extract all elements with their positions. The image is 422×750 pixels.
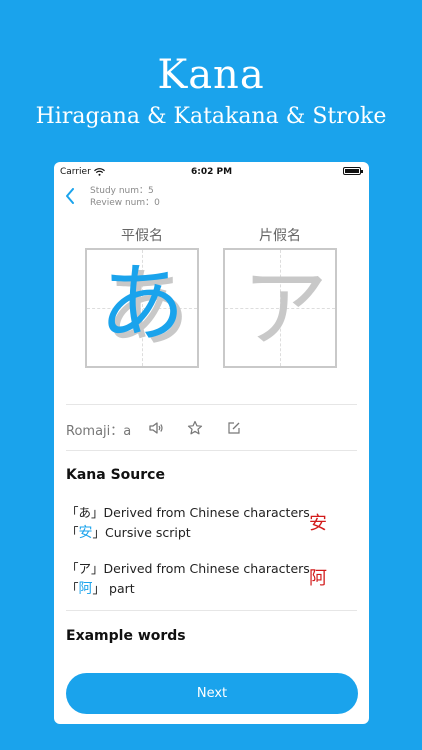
divider [66, 404, 357, 405]
next-button[interactable]: Next [66, 673, 358, 714]
speaker-icon [149, 422, 163, 434]
divider [66, 450, 357, 451]
status-bar: Carrier 6:02 PM [54, 162, 369, 182]
hiragana-bracket: 「あ」 [66, 505, 104, 520]
katakana-source-line1: 「ア」Derived from Chinese characters [66, 558, 310, 577]
hiragana-source-line1: 「あ」Derived from Chinese characters [66, 502, 310, 521]
favorite-button[interactable] [187, 420, 203, 436]
chevron-left-icon [66, 188, 74, 204]
edit-button[interactable] [226, 420, 242, 436]
hiragana-origin-calligraphy: 安 [309, 513, 327, 534]
speaker-button[interactable] [148, 420, 164, 436]
back-button[interactable] [61, 186, 79, 206]
example-words-title: Example words [66, 628, 186, 644]
close-bracket: 」 [92, 581, 106, 596]
divider [66, 610, 357, 611]
katakana-origin-calligraphy: 阿 [309, 568, 327, 589]
romaji-text: Romaji：a [66, 424, 132, 439]
study-stats: Study num：5 Review num：0 [90, 185, 160, 209]
hiragana-source-line2: 「安」Cursive script [66, 522, 191, 542]
katakana-origin-kanji: 阿 [78, 581, 93, 597]
hiragana-label: 平假名 [121, 228, 163, 244]
close-bracket: 」 [92, 525, 106, 540]
open-bracket: 「 [66, 525, 79, 540]
status-time: 6:02 PM [190, 167, 233, 177]
hiragana-tile[interactable]: あ あ [85, 248, 199, 368]
promo-title: Kana [157, 52, 265, 98]
hiragana-origin-script: Cursive script [105, 525, 191, 540]
katakana-source-line2: 「阿」 part [66, 578, 135, 598]
phone-screen: Carrier 6:02 PM Study num：5 Review num：0… [54, 162, 369, 724]
katakana-source-text: Derived from Chinese characters [103, 561, 310, 576]
katakana-origin-part: part [105, 581, 135, 596]
study-num: Study num：5 [90, 186, 154, 196]
hiragana-character: あ [99, 254, 185, 354]
katakana-stroke-guide: ア [242, 259, 328, 359]
katakana-label: 片假名 [259, 228, 301, 244]
hiragana-source-text: Derived from Chinese characters [103, 505, 310, 520]
hiragana-origin-kanji: 安 [78, 525, 93, 541]
review-num: Review num：0 [90, 198, 160, 208]
edit-icon [228, 422, 240, 434]
star-icon [187, 420, 203, 435]
katakana-bracket: 「ア」 [66, 561, 104, 576]
battery-icon [343, 167, 363, 175]
kana-source-title: Kana Source [66, 467, 165, 483]
katakana-tile[interactable]: ア [223, 248, 337, 368]
open-bracket: 「 [66, 581, 79, 596]
promo-subtitle: Hiragana & Katakana & Stroke [35, 104, 387, 129]
